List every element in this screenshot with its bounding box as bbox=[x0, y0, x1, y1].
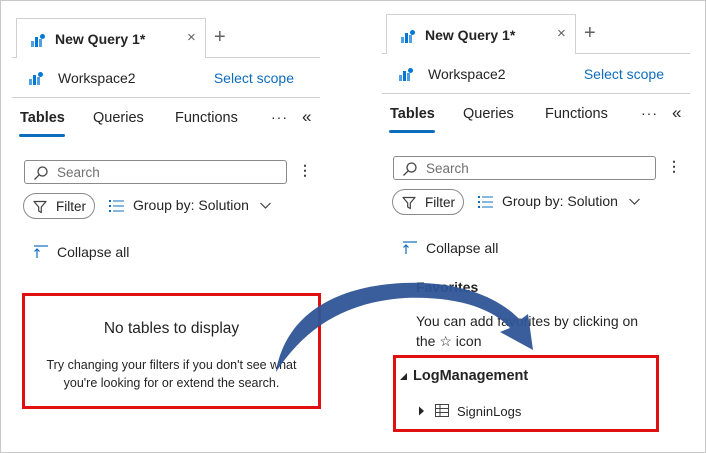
curved-arrow-overlay bbox=[276, 282, 533, 372]
curved-arrow bbox=[276, 282, 533, 372]
